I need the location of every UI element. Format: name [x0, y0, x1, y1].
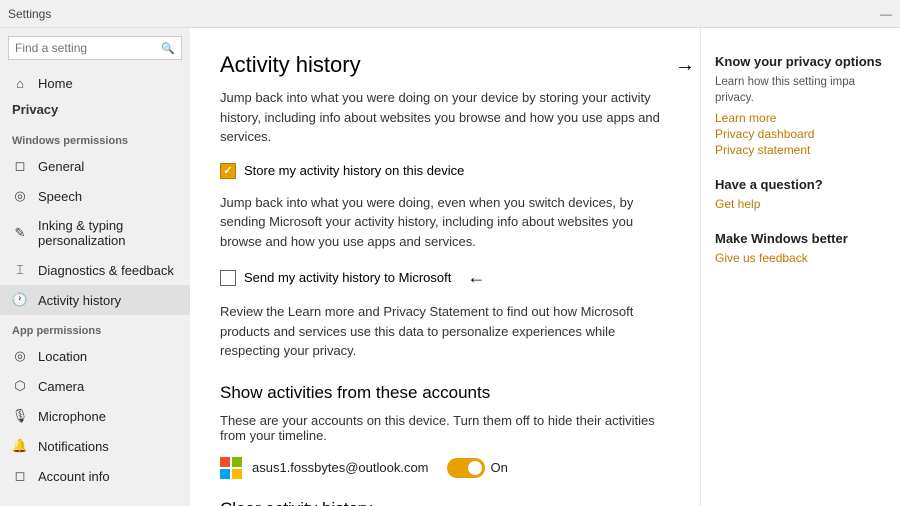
windows-better-section: Make Windows better Give us feedback	[715, 231, 886, 265]
store-activity-label: Store my activity history on this device	[244, 163, 464, 178]
sidebar-item-account[interactable]: ◻ Account info	[0, 461, 190, 491]
sidebar-item-activity[interactable]: 🕐 Activity history	[0, 285, 190, 315]
right-panel: → Know your privacy options Learn how th…	[700, 28, 900, 506]
store-activity-checkbox[interactable]	[220, 163, 236, 179]
sidebar-item-notifications[interactable]: 🔔 Notifications	[0, 431, 190, 461]
account-toggle[interactable]	[447, 458, 485, 478]
home-label: Home	[38, 76, 73, 91]
activity-label: Activity history	[38, 293, 121, 308]
send-activity-checkbox[interactable]	[220, 270, 236, 286]
account-icon: ◻	[12, 468, 28, 484]
general-label: General	[38, 159, 84, 174]
inking-icon: ✎	[12, 225, 28, 241]
ms-logo-blue	[220, 469, 230, 479]
app-title: Settings	[8, 7, 51, 21]
location-label: Location	[38, 349, 87, 364]
diagnostics-label: Diagnostics & feedback	[38, 263, 174, 278]
question-section: Have a question? Get help	[715, 177, 886, 211]
privacy-dashboard-link[interactable]: Privacy dashboard	[715, 127, 886, 141]
arrow-send-indicator: ←	[467, 267, 485, 288]
notifications-icon: 🔔	[12, 438, 28, 454]
location-icon: ◎	[12, 348, 28, 364]
learn-more-link[interactable]: Learn more	[715, 111, 886, 125]
general-icon: ◻	[12, 158, 28, 174]
review-description: Review the Learn more and Privacy Statem…	[220, 302, 670, 361]
accounts-description: These are your accounts on this device. …	[220, 413, 670, 443]
page-title: Activity history	[220, 52, 670, 78]
app-body: 🔍 ⌂ Home Privacy Windows permissions ◻ G…	[0, 28, 900, 506]
speech-label: Speech	[38, 189, 82, 204]
question-title: Have a question?	[715, 177, 886, 192]
windows-permissions-label: Windows permissions	[0, 125, 190, 151]
privacy-label: Privacy	[0, 98, 190, 125]
sidebar: 🔍 ⌂ Home Privacy Windows permissions ◻ G…	[0, 28, 190, 506]
send-activity-row: Send my activity history to Microsoft ←	[220, 267, 670, 288]
minimize-button[interactable]: —	[880, 7, 892, 21]
show-activities-title: Show activities from these accounts	[220, 383, 670, 403]
section-description: Jump back into what you were doing, even…	[220, 193, 670, 252]
camera-label: Camera	[38, 379, 84, 394]
toggle-thumb	[468, 461, 482, 475]
privacy-statement-link[interactable]: Privacy statement	[715, 143, 886, 157]
microphone-icon: 🎙	[12, 408, 28, 424]
account-label: Account info	[38, 469, 110, 484]
clear-title: Clear activity history	[220, 499, 670, 506]
know-privacy-desc: Learn how this setting impa privacy.	[715, 74, 886, 106]
arrow-right-panel: →	[675, 54, 695, 77]
sidebar-item-camera[interactable]: ⬡ Camera	[0, 371, 190, 401]
microsoft-logo	[220, 457, 242, 479]
app-permissions-label: App permissions	[0, 315, 190, 341]
store-activity-row: Store my activity history on this device	[220, 163, 670, 179]
inking-label: Inking & typing personalization	[38, 218, 178, 248]
page-description: Jump back into what you were doing on yo…	[220, 88, 670, 147]
sidebar-item-microphone[interactable]: 🎙 Microphone	[0, 401, 190, 431]
sidebar-item-speech[interactable]: ◎ Speech	[0, 181, 190, 211]
account-toggle-container: On	[447, 458, 508, 478]
title-bar: Settings —	[0, 0, 900, 28]
sidebar-item-diagnostics[interactable]: ⌶ Diagnostics & feedback	[0, 255, 190, 285]
windows-better-title: Make Windows better	[715, 231, 886, 246]
home-icon: ⌂	[12, 75, 28, 91]
search-icon: 🔍	[161, 42, 175, 55]
know-privacy-title: Know your privacy options	[715, 54, 886, 69]
notifications-label: Notifications	[38, 439, 109, 454]
get-help-link[interactable]: Get help	[715, 197, 886, 211]
activity-icon: 🕐	[12, 292, 28, 308]
account-email: asus1.fossbytes@outlook.com	[252, 460, 429, 475]
search-input[interactable]	[15, 41, 159, 55]
ms-logo-green	[232, 457, 242, 467]
main-content: Activity history Jump back into what you…	[190, 28, 700, 506]
sidebar-item-inking[interactable]: ✎ Inking & typing personalization	[0, 211, 190, 255]
account-row: asus1.fossbytes@outlook.com On	[220, 457, 670, 479]
diagnostics-icon: ⌶	[12, 262, 28, 278]
sidebar-item-general[interactable]: ◻ General	[0, 151, 190, 181]
know-privacy-section: Know your privacy options Learn how this…	[715, 54, 886, 157]
microphone-label: Microphone	[38, 409, 106, 424]
search-container[interactable]: 🔍	[8, 36, 182, 60]
sidebar-item-location[interactable]: ◎ Location	[0, 341, 190, 371]
speech-icon: ◎	[12, 188, 28, 204]
toggle-label: On	[491, 460, 508, 475]
sidebar-item-home[interactable]: ⌂ Home	[0, 68, 190, 98]
camera-icon: ⬡	[12, 378, 28, 394]
ms-logo-red	[220, 457, 230, 467]
send-activity-label: Send my activity history to Microsoft	[244, 270, 451, 285]
ms-logo-yellow	[232, 469, 242, 479]
give-feedback-link[interactable]: Give us feedback	[715, 251, 886, 265]
